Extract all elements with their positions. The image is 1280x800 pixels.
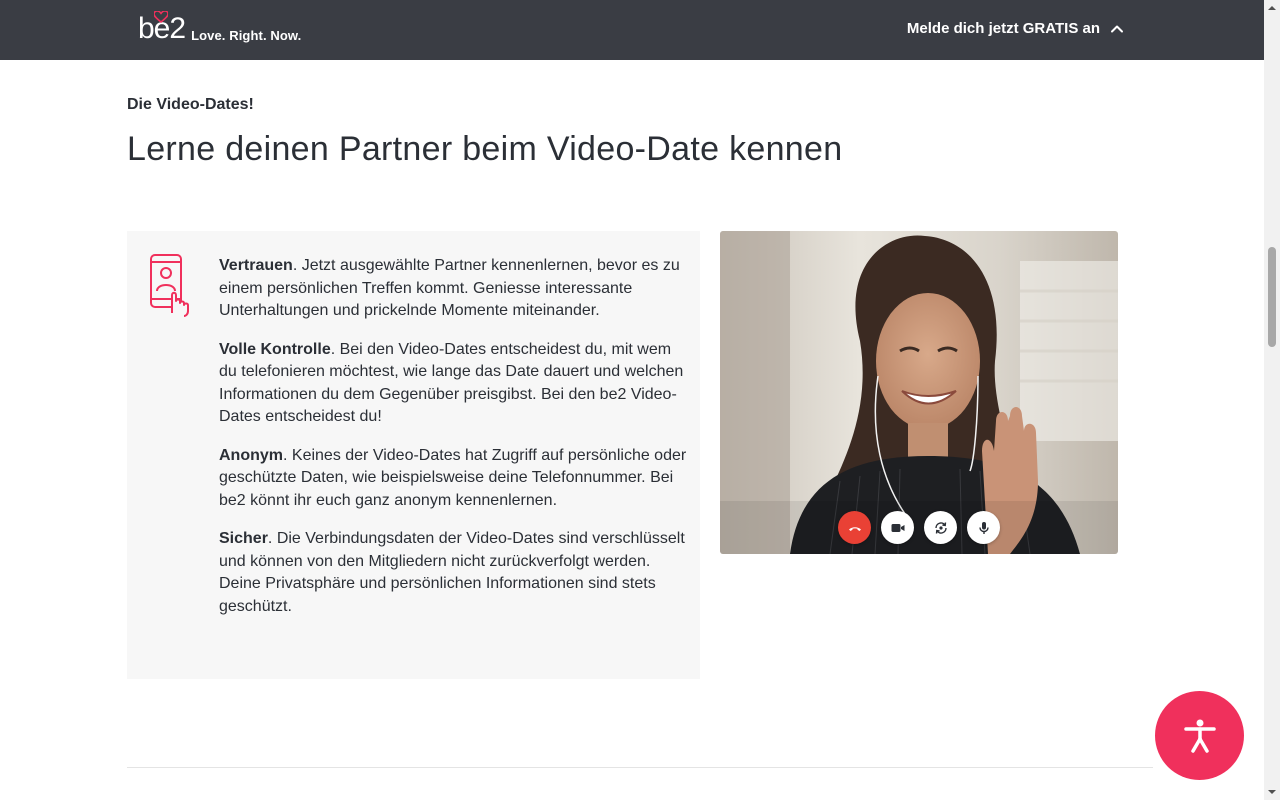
- scroll-down-arrow-icon[interactable]: [1268, 788, 1276, 796]
- signup-toggle-button[interactable]: Melde dich jetzt GRATIS an: [907, 20, 1124, 37]
- accessibility-button[interactable]: [1155, 691, 1244, 780]
- logo-tagline: Love. Right. Now.: [191, 28, 302, 43]
- camera-icon: [891, 523, 904, 532]
- scrollbar-thumb[interactable]: [1268, 247, 1276, 347]
- feature-title: Vertrauen: [219, 257, 293, 274]
- feature-title: Volle Kontrolle: [219, 340, 331, 358]
- feature-title: Anonym: [219, 446, 283, 464]
- logo-heart-icon: [154, 11, 168, 23]
- section-divider: [127, 767, 1153, 768]
- end-call-icon: [848, 526, 861, 531]
- section-title: Lerne deinen Partner beim Video-Date ken…: [127, 130, 843, 168]
- top-navigation-bar: be2 Love. Right. Now. Melde dich jetzt G…: [0, 0, 1264, 60]
- feature-item: Volle Kontrolle. Bei den Video-Dates ent…: [219, 339, 689, 429]
- scroll-up-arrow-icon[interactable]: [1268, 4, 1276, 12]
- feature-list: Vertrauen. Jetzt ausgewählte Partner ken…: [219, 255, 689, 634]
- page-scrollbar[interactable]: [1264, 0, 1280, 800]
- microphone-icon: [978, 521, 989, 534]
- video-call-preview: [720, 231, 1118, 554]
- chevron-up-icon: [1111, 25, 1123, 32]
- video-call-photo: [720, 231, 1118, 554]
- phone-video-icon: [150, 254, 189, 317]
- feature-item: Vertrauen. Jetzt ausgewählte Partner ken…: [219, 255, 689, 323]
- microphone-button[interactable]: [967, 511, 1000, 544]
- call-controls: [838, 511, 1000, 544]
- camera-toggle-button[interactable]: [881, 511, 914, 544]
- section-eyebrow: Die Video-Dates!: [127, 96, 254, 113]
- features-card: Vertrauen. Jetzt ausgewählte Partner ken…: [127, 231, 700, 679]
- end-call-button[interactable]: [838, 511, 871, 544]
- feature-text: . Die Verbindungsdaten der Video-Dates s…: [219, 530, 685, 615]
- be2-logo[interactable]: be2 Love. Right. Now.: [138, 11, 302, 44]
- accessibility-icon: [1183, 719, 1216, 753]
- switch-camera-button[interactable]: [924, 511, 957, 544]
- signup-label: Melde dich jetzt GRATIS an: [906, 20, 1100, 37]
- switch-camera-icon: [934, 521, 947, 534]
- feature-item: Anonym. Keines der Video-Dates hat Zugri…: [219, 445, 689, 513]
- feature-item: Sicher. Die Verbindungsdaten der Video-D…: [219, 528, 689, 618]
- feature-text: . Keines der Video-Dates hat Zugriff auf…: [219, 446, 687, 509]
- feature-title: Sicher: [219, 530, 268, 547]
